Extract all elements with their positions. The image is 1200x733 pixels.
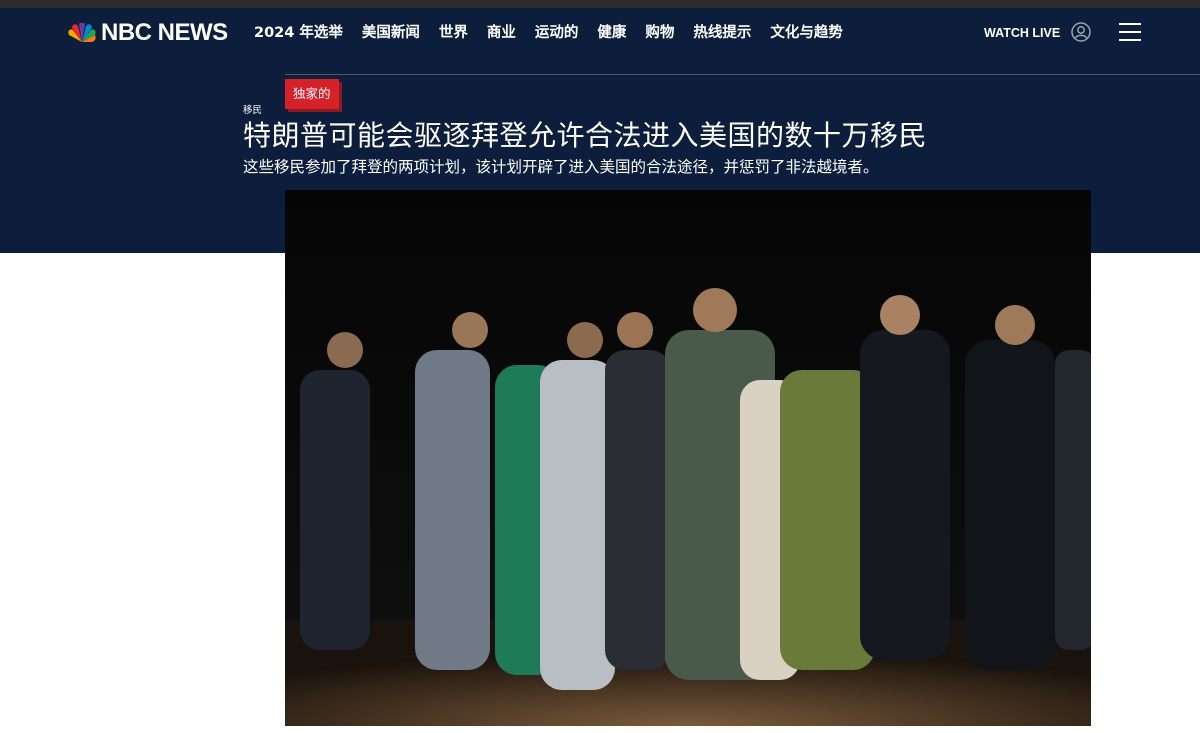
logo-text: NBC NEWS xyxy=(101,19,228,46)
exclusive-badge[interactable]: 独家的 xyxy=(285,79,339,109)
header-divider xyxy=(285,74,1200,75)
browser-top-strip xyxy=(0,0,1200,8)
nav-item-election-2024[interactable]: 2024 年选举 xyxy=(254,22,343,44)
hamburger-menu-icon[interactable] xyxy=(1119,23,1141,41)
user-account-icon[interactable] xyxy=(1071,22,1091,42)
nav-item-world[interactable]: 世界 xyxy=(439,22,468,44)
menu-bar-bottom xyxy=(1119,39,1141,41)
nav-item-tips[interactable]: 热线提示 xyxy=(693,22,751,44)
peacock-icon xyxy=(67,23,97,43)
nav-item-health[interactable]: 健康 xyxy=(597,22,626,44)
hero-image xyxy=(285,190,1091,726)
nav-item-sports[interactable]: 运动的 xyxy=(535,22,579,44)
article-headline: 特朗普可能会驱逐拜登允许合法进入美国的数十万移民 xyxy=(243,119,928,152)
watch-live-link[interactable]: WATCH LIVE xyxy=(984,25,1060,41)
nav-item-us-news[interactable]: 美国新闻 xyxy=(362,22,420,44)
nav-item-culture-trends[interactable]: 文化与趋势 xyxy=(770,22,843,44)
page: NBC NEWS 2024 年选举 美国新闻 世界 商业 运动的 健康 购物 热… xyxy=(0,0,1200,733)
article-category[interactable]: 移民 xyxy=(243,105,262,117)
nbc-news-logo[interactable]: NBC NEWS xyxy=(67,21,228,45)
nav-item-business[interactable]: 商业 xyxy=(487,22,516,44)
menu-bar-top xyxy=(1119,23,1141,25)
nav-item-shopping[interactable]: 购物 xyxy=(645,22,674,44)
main-nav: 2024 年选举 美国新闻 世界 商业 运动的 健康 购物 热线提示 文化与趋势 xyxy=(254,22,862,44)
menu-bar-middle xyxy=(1119,31,1141,33)
article-dek: 这些移民参加了拜登的两项计划，该计划开辟了进入美国的合法途径，并惩罚了非法越境者… xyxy=(243,158,879,176)
